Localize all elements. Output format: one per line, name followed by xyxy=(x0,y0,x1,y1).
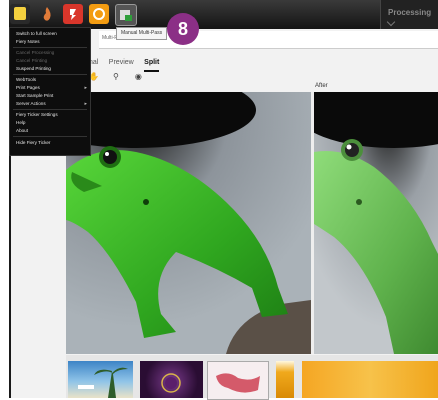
menu-item-webtools[interactable]: WebTools xyxy=(16,77,36,82)
menu-separator xyxy=(13,109,87,110)
processing-label: Processing xyxy=(388,8,432,17)
thumbnail-filmstrip xyxy=(66,355,438,400)
thumbnail-beer-glass[interactable] xyxy=(276,361,294,398)
menu-item-fiery-notes[interactable]: Fiery Notes xyxy=(16,39,40,44)
menu-item-cancel-printing: Cancel Printing xyxy=(16,58,48,63)
fiery-ticker-menu: Switch to full screen Fiery Notes Cancel… xyxy=(9,27,91,156)
menu-item-suspend-printing[interactable]: Suspend Printing xyxy=(16,66,51,71)
menu-item-server-actions[interactable]: Server Actions xyxy=(16,101,46,106)
after-image-pane xyxy=(314,92,438,354)
menu-item-help[interactable]: Help xyxy=(16,120,25,125)
menu-separator xyxy=(13,136,87,137)
menu-item-cancel-processing: Cancel Processing xyxy=(16,50,55,55)
zoom-icon[interactable]: ⚲ xyxy=(111,72,120,81)
flame-app-icon xyxy=(43,7,51,21)
gecko-after-image xyxy=(314,92,438,354)
orange-app-icon xyxy=(93,8,105,20)
menu-item-hide-ticker[interactable]: Hide Fiery Ticker xyxy=(16,140,50,145)
view-tabs: nal Preview Split xyxy=(89,51,165,72)
orange-app-button[interactable] xyxy=(89,4,109,24)
menu-item-print-pages[interactable]: Print Pages xyxy=(16,85,40,90)
before-image-pane xyxy=(66,92,311,354)
chevron-down-icon xyxy=(386,17,396,27)
menu-separator xyxy=(13,74,87,75)
desktop-edge xyxy=(0,0,9,398)
sticky-note-button[interactable] xyxy=(10,4,30,24)
thumbnail-map[interactable] xyxy=(207,361,269,400)
menu-item-about[interactable]: About xyxy=(16,128,28,133)
menu-item-ticker-settings[interactable]: Fiery Ticker Settings xyxy=(16,112,58,117)
gecko-before-image xyxy=(66,92,311,354)
menu-separator xyxy=(13,47,87,48)
submenu-arrow-icon: ▸ xyxy=(84,101,87,107)
fiery-ticker-button[interactable] xyxy=(115,4,137,26)
split-image-viewer[interactable] xyxy=(66,92,438,354)
tooltip: Manual Multi-Pass xyxy=(116,27,168,40)
step-badge: 8 xyxy=(167,13,199,45)
thumbnail-beach[interactable] xyxy=(68,361,133,398)
fiery-ticker-bar: Processing xyxy=(9,0,438,29)
thumbnail-purple-label[interactable] xyxy=(140,361,203,398)
processing-panel[interactable]: Processing xyxy=(380,0,438,29)
flame-app-button[interactable] xyxy=(37,4,57,24)
red-app-button[interactable] xyxy=(63,4,83,24)
red-app-icon xyxy=(70,9,76,20)
submenu-arrow-icon: ▸ xyxy=(84,85,87,91)
fiery-ticker-icon xyxy=(120,10,132,21)
menu-item-start-sample-print[interactable]: Start Sample Print xyxy=(16,93,53,98)
thumbnail-orange-texture[interactable] xyxy=(302,361,438,398)
eye-icon[interactable]: ◉ xyxy=(134,72,143,81)
viewer-toolbar: ✋ ⚲ ◉ xyxy=(89,66,152,81)
menu-item-full-screen[interactable]: Switch to full screen xyxy=(16,31,57,36)
after-pane-label: After xyxy=(315,83,328,89)
sticky-note-icon xyxy=(14,7,26,20)
